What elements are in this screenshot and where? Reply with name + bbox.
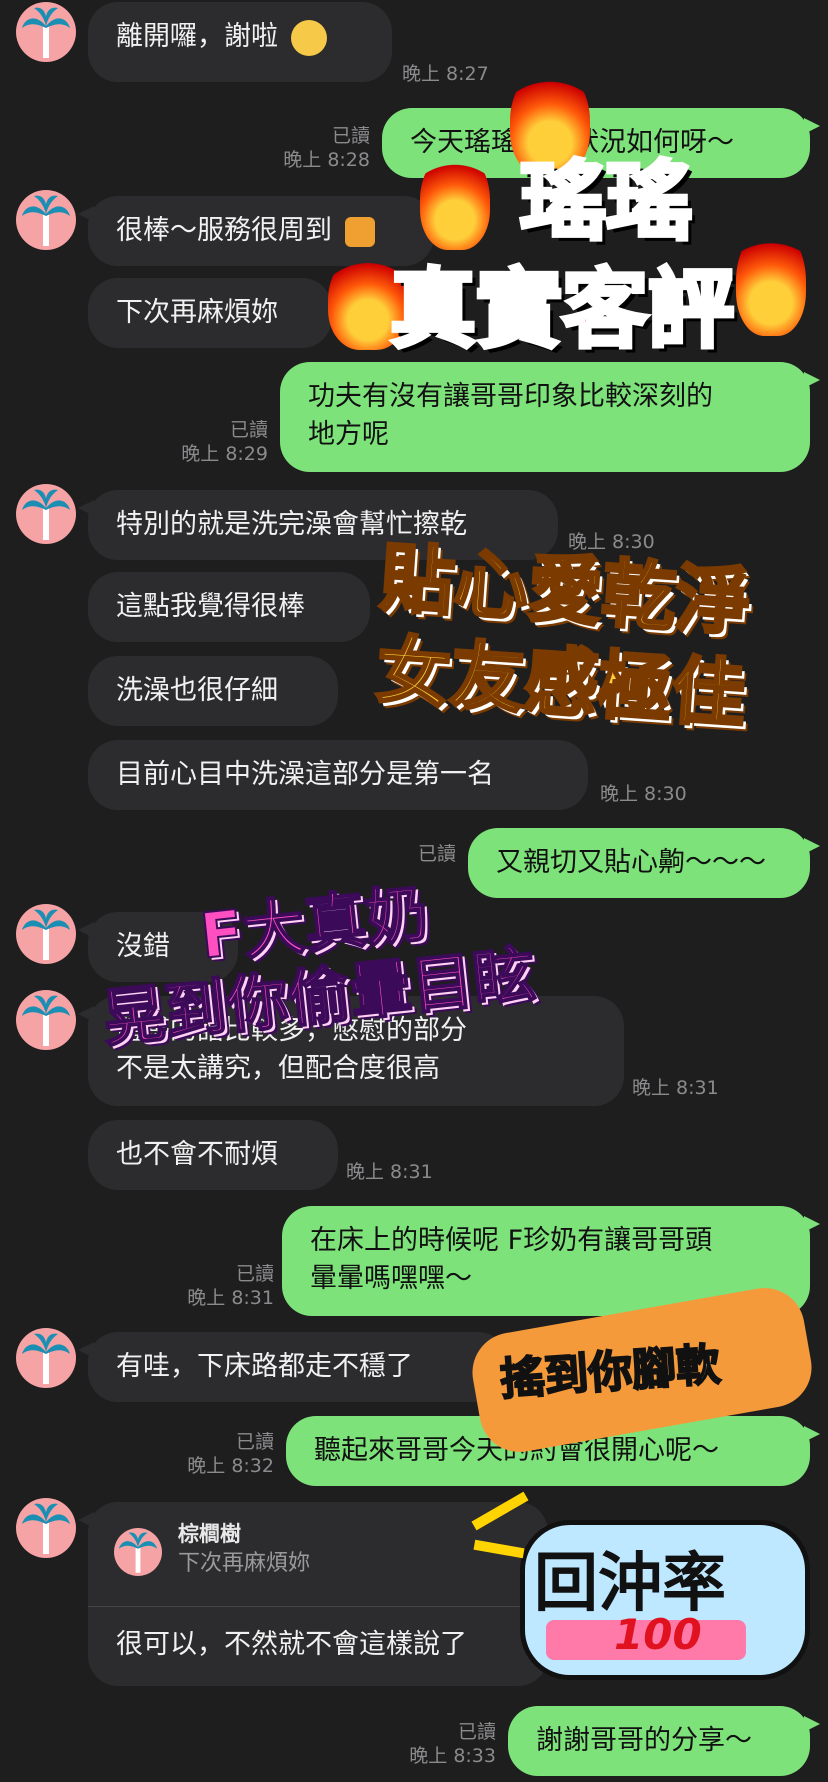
message-text: 地方呢: [308, 419, 389, 450]
avatar[interactable]: [16, 484, 76, 544]
avatar[interactable]: [16, 1328, 76, 1388]
message-text: 很可以，不然就不會這樣說了: [116, 1629, 467, 1660]
message-text: 也不會不耐煩: [116, 1139, 278, 1170]
stamp-number: 100: [614, 1610, 702, 1659]
read-receipt: 已讀: [229, 419, 268, 441]
message-text: 很棒～服務很周到: [116, 215, 332, 246]
palm-tree-icon: [118, 1532, 158, 1573]
message-bubble-incoming[interactable]: 離開囉，謝啦: [88, 2, 392, 82]
message-text: 這點我覺得很棒: [116, 591, 305, 622]
message-text: 暈暈嗎嘿嘿～: [310, 1263, 472, 1294]
quoted-sender-name: 棕櫚樹: [178, 1522, 241, 1546]
message-text: 下次再麻煩妳: [116, 297, 278, 328]
timestamp: 晚上 8:31: [346, 1161, 433, 1183]
message-bubble-incoming[interactable]: 有哇，下床路都走不穩了: [78, 1332, 508, 1402]
message-text: 不是太講究，但配合度很高: [116, 1053, 440, 1084]
timestamp: 晚上 8:28: [283, 149, 370, 171]
message-bubble-outgoing[interactable]: 功夫有沒有讓哥哥印象比較深刻的 地方呢: [280, 362, 820, 472]
avatar[interactable]: [16, 190, 76, 250]
palm-tree-icon: [22, 195, 70, 246]
timestamp: 晚上 8:32: [187, 1455, 274, 1477]
message-bubble-incoming[interactable]: 也不會不耐煩: [88, 1120, 338, 1190]
message-text: 洗澡也很仔細: [116, 675, 278, 706]
message-bubble-outgoing[interactable]: 謝謝哥哥的分享～: [508, 1706, 820, 1776]
message-text: 離開囉，謝啦: [116, 21, 278, 52]
sticker-gold-line2: 女友感極佳: [372, 626, 750, 741]
flame-decoration: [736, 226, 806, 336]
timestamp: 晚上 8:31: [187, 1287, 274, 1309]
message-bubble-outgoing[interactable]: 又親切又貼心齁～～～: [468, 828, 820, 898]
timestamp: 晚上 8:33: [409, 1745, 496, 1767]
palm-tree-icon: [22, 909, 70, 960]
quoted-avatar: [114, 1528, 162, 1576]
angel-emoji-icon: [290, 19, 327, 56]
message-text: 又親切又貼心齁～～～: [496, 847, 766, 878]
sticker-title-name: 瑤瑤: [518, 150, 694, 254]
message-text: 在床上的時候呢 F珍奶有讓哥哥頭: [310, 1225, 713, 1256]
read-receipt: 已讀: [235, 1431, 274, 1453]
palm-tree-icon: [22, 1503, 70, 1554]
message-text: 謝謝哥哥的分享～: [536, 1725, 752, 1756]
timestamp: 晚上 8:27: [402, 63, 489, 85]
timestamp: 晚上 8:31: [632, 1077, 719, 1099]
reply-message-bubble[interactable]: 棕櫚樹 下次再麻煩妳 很可以，不然就不會這樣說了: [78, 1502, 548, 1686]
message-bubble-incoming[interactable]: 目前心目中洗澡這部分是第一名: [88, 740, 588, 810]
read-receipt: 已讀: [235, 1263, 274, 1285]
flame-decoration: [420, 150, 490, 250]
palm-tree-icon: [22, 489, 70, 540]
read-receipt: 已讀: [457, 1721, 496, 1743]
avatar[interactable]: [16, 2, 76, 62]
timestamp: 晚上 8:30: [600, 783, 687, 805]
timestamp: 晚上 8:29: [181, 443, 268, 465]
reply-divider: [88, 1606, 548, 1607]
message-bubble-incoming[interactable]: 這點我覺得很棒: [88, 572, 370, 642]
sticker-title-review: 真實客評: [388, 258, 736, 362]
message-bubble-incoming[interactable]: 洗澡也很仔細: [88, 656, 338, 726]
avatar[interactable]: [16, 904, 76, 964]
read-receipt: 已讀: [417, 843, 456, 865]
thumbs-up-icon: [344, 216, 375, 247]
avatar[interactable]: [16, 990, 76, 1050]
message-text: 有哇，下床路都走不穩了: [116, 1351, 413, 1382]
message-bubble-incoming[interactable]: 下次再麻煩妳: [88, 278, 332, 348]
palm-tree-icon: [22, 1333, 70, 1384]
message-text: 特別的就是洗完澡會幫忙擦乾: [116, 509, 467, 540]
message-text: 沒錯: [116, 931, 170, 962]
avatar[interactable]: [16, 1498, 76, 1558]
message-text: 功夫有沒有讓哥哥印象比較深刻的: [308, 381, 713, 412]
read-receipt: 已讀: [331, 125, 370, 147]
palm-tree-icon: [22, 7, 70, 58]
quoted-message-text: 下次再麻煩妳: [178, 1551, 311, 1576]
message-text: 目前心目中洗澡這部分是第一名: [116, 759, 494, 790]
palm-tree-icon: [22, 995, 70, 1046]
